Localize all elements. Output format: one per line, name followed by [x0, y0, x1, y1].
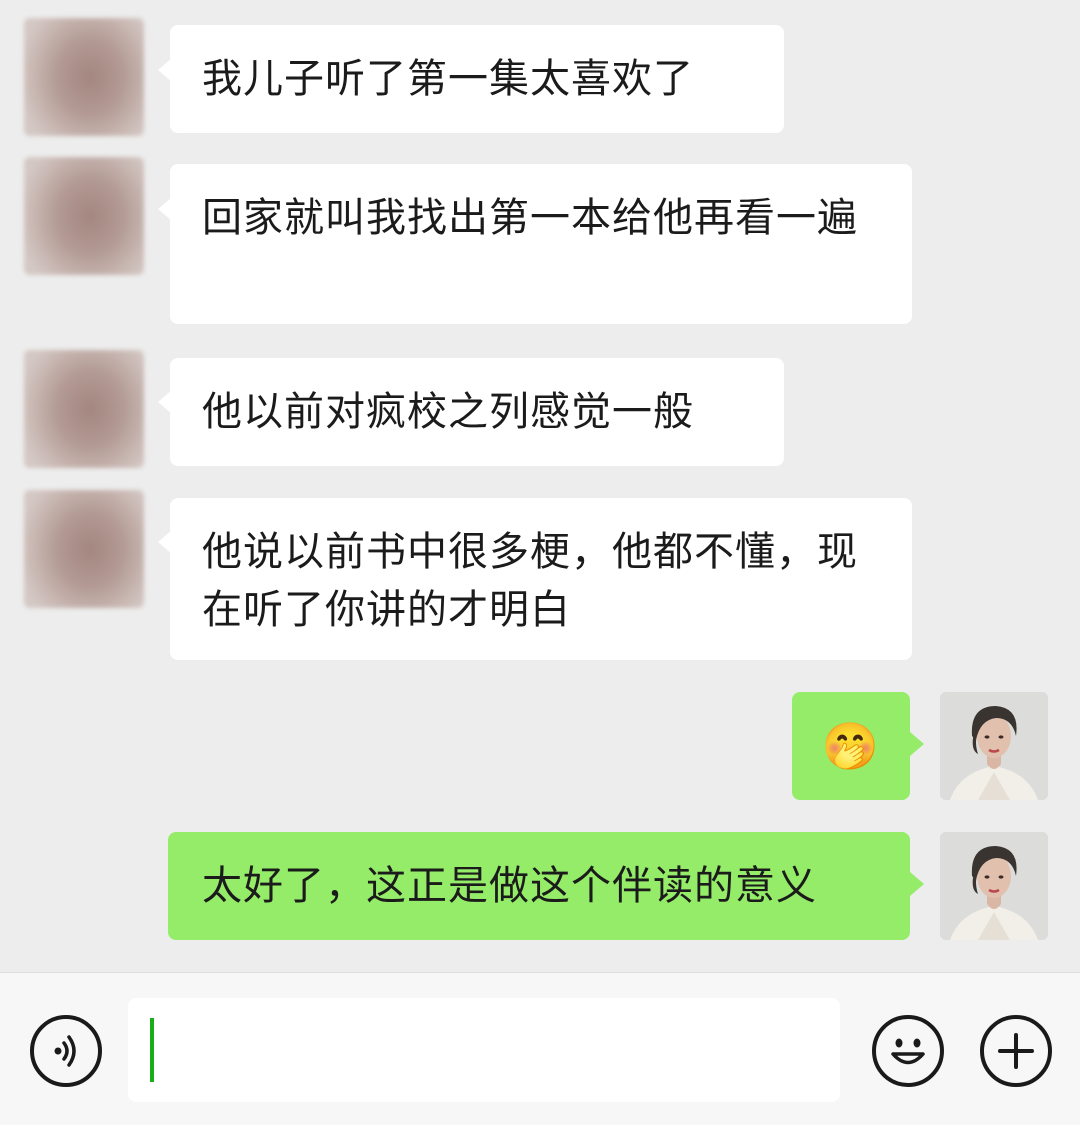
sender-avatar[interactable]	[24, 18, 144, 136]
text-caret	[150, 1018, 154, 1082]
plus-icon	[998, 1033, 1034, 1069]
message-bubble[interactable]: 回家就叫我找出第一本给他再看一遍	[170, 164, 912, 324]
sender-avatar[interactable]	[24, 490, 144, 608]
sender-avatar[interactable]	[24, 350, 144, 468]
message-bubble[interactable]: 他说以前书中很多梗，他都不懂，现在听了你讲的才明白	[170, 498, 912, 660]
emoji-icon	[891, 1038, 925, 1065]
bubble-tail	[910, 732, 924, 756]
message-input[interactable]	[128, 998, 840, 1102]
portrait-icon	[940, 692, 1048, 800]
bubble-tail	[910, 872, 924, 896]
portrait-icon	[940, 832, 1048, 940]
voice-input-icon	[54, 1035, 76, 1067]
chat-area[interactable]: 我儿子听了第一集太喜欢了 回家就叫我找出第一本给他再看一遍 他以前对疯校之列感觉…	[0, 0, 1080, 972]
self-avatar[interactable]	[940, 692, 1048, 800]
input-toolbar	[0, 972, 1080, 1125]
message-bubble[interactable]: 我儿子听了第一集太喜欢了	[170, 25, 784, 133]
message-bubble[interactable]: 太好了，这正是做这个伴读的意义	[168, 832, 910, 940]
voice-button[interactable]	[30, 1015, 102, 1087]
message-bubble[interactable]: 他以前对疯校之列感觉一般	[170, 358, 784, 466]
self-avatar[interactable]	[940, 832, 1048, 940]
more-button[interactable]	[980, 1015, 1052, 1087]
hand-over-mouth-emoji-icon: 🤭	[821, 719, 881, 773]
emoji-button[interactable]	[872, 1015, 944, 1087]
emoji-bubble[interactable]: 🤭	[792, 692, 910, 800]
sender-avatar[interactable]	[24, 157, 144, 275]
